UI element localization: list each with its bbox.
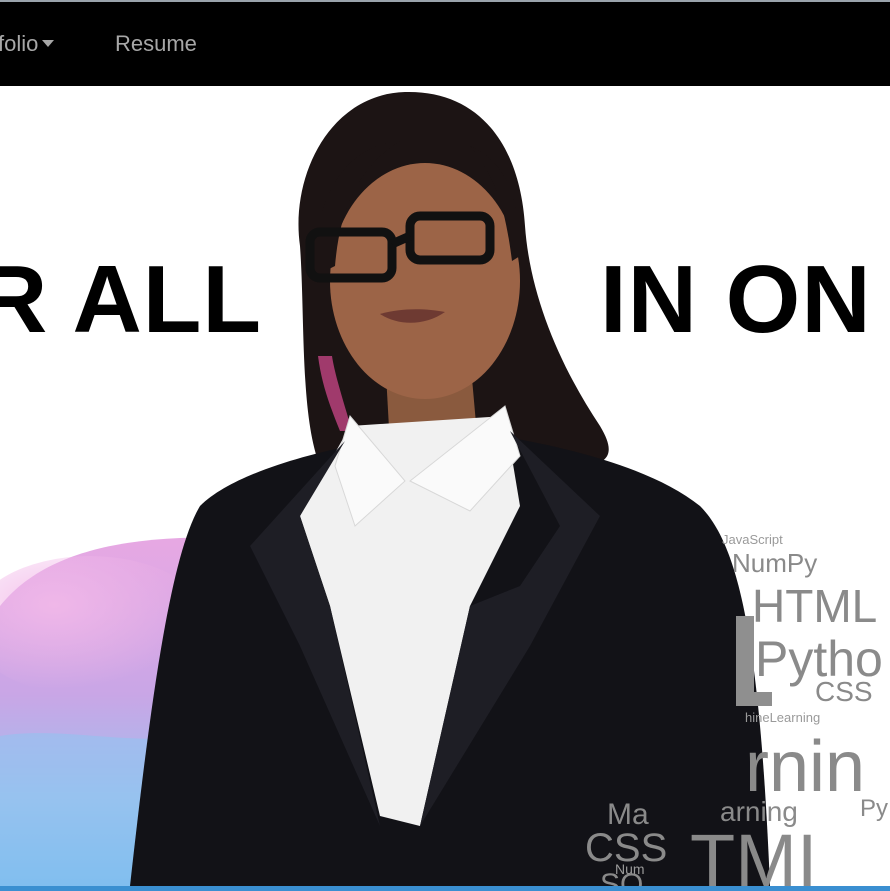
hero-illustration: JavaScript NumPy HTML Pytho CSS hineLear…: [0, 91, 888, 886]
svg-text:JavaScript: JavaScript: [722, 532, 783, 547]
hero-headline-left: R ALL: [0, 246, 263, 353]
caret-down-icon: [42, 39, 55, 47]
svg-text:Py: Py: [860, 795, 888, 822]
svg-text:HTML: HTML: [752, 580, 877, 632]
portrait-photo: [130, 91, 770, 886]
svg-text:CSS: CSS: [815, 676, 873, 707]
svg-text:rnin: rnin: [745, 727, 865, 807]
nav-portfolio-label: folio: [0, 31, 39, 56]
hero-headline-right: IN ON: [600, 246, 872, 353]
svg-text:hineLearning: hineLearning: [745, 710, 820, 725]
nav-resume-link[interactable]: Resume: [115, 31, 197, 57]
nav-portfolio-dropdown[interactable]: folio: [0, 31, 55, 57]
bottom-accent-bar: [0, 886, 890, 891]
svg-text:NumPy: NumPy: [732, 548, 817, 578]
svg-text:SQ: SQ: [600, 868, 643, 886]
svg-text:TMI: TMI: [690, 819, 817, 886]
hero-banner: JavaScript NumPy HTML Pytho CSS hineLear…: [0, 86, 890, 886]
top-navbar: folio Resume: [0, 2, 890, 86]
